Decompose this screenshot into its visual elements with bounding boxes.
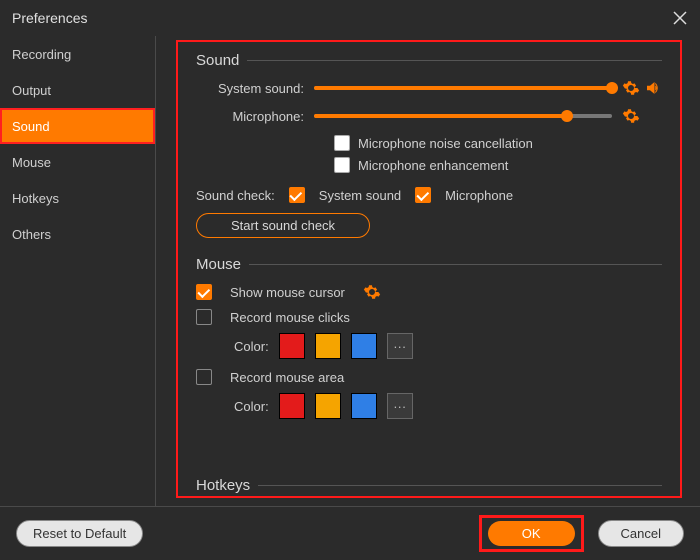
ok-button[interactable]: OK <box>488 521 575 546</box>
gear-icon[interactable] <box>363 283 381 301</box>
soundcheck-mic-label: Microphone <box>445 188 513 203</box>
divider <box>247 60 662 61</box>
gear-icon[interactable] <box>622 107 640 125</box>
section-title-hotkeys-peek: Hotkeys <box>196 477 662 494</box>
noise-cancellation-label: Microphone noise cancellation <box>358 136 533 151</box>
hotkeys-peek-label: Hotkeys <box>196 477 250 494</box>
sidebar: Recording Output Sound Mouse Hotkeys Oth… <box>0 36 156 506</box>
microphone-row: Microphone: <box>196 107 662 125</box>
mic-enhancement-checkbox[interactable] <box>334 157 350 173</box>
record-clicks-row: Record mouse clicks <box>196 309 662 325</box>
gear-icon[interactable] <box>622 79 640 97</box>
soundcheck-mic-checkbox[interactable] <box>415 187 431 203</box>
sidebar-item-others[interactable]: Others <box>0 216 155 252</box>
show-cursor-checkbox[interactable] <box>196 284 212 300</box>
divider <box>249 264 662 265</box>
sidebar-item-label: Recording <box>12 47 71 62</box>
record-area-label: Record mouse area <box>230 370 344 385</box>
start-sound-check-button[interactable]: Start sound check <box>196 213 370 238</box>
record-area-row: Record mouse area <box>196 369 662 385</box>
color-swatch-more[interactable]: ··· <box>387 393 413 419</box>
record-clicks-checkbox[interactable] <box>196 309 212 325</box>
ok-button-highlight: OK <box>479 515 584 552</box>
area-color-row: Color: ··· <box>234 393 662 419</box>
system-sound-label: System sound: <box>196 81 314 96</box>
sound-check-label: Sound check: <box>196 188 275 203</box>
record-clicks-label: Record mouse clicks <box>230 310 350 325</box>
close-icon[interactable] <box>672 10 688 26</box>
section-title-mouse: Mouse <box>196 256 662 273</box>
noise-cancellation-checkbox[interactable] <box>334 135 350 151</box>
clicks-color-row: Color: ··· <box>234 333 662 359</box>
main-panel: Sound System sound: Microphone: <box>156 36 700 506</box>
color-swatch-orange[interactable] <box>315 333 341 359</box>
reset-to-default-button[interactable]: Reset to Default <box>16 520 143 547</box>
sidebar-item-label: Output <box>12 83 51 98</box>
window-title: Preferences <box>12 10 87 26</box>
section-title-sound: Sound <box>196 52 662 69</box>
sidebar-item-mouse[interactable]: Mouse <box>0 144 155 180</box>
soundcheck-system-checkbox[interactable] <box>289 187 305 203</box>
noise-cancellation-row: Microphone noise cancellation <box>334 135 662 151</box>
color-swatch-blue[interactable] <box>351 393 377 419</box>
color-label: Color: <box>234 339 269 354</box>
titlebar: Preferences <box>0 0 700 36</box>
sidebar-item-hotkeys[interactable]: Hotkeys <box>0 180 155 216</box>
cancel-button[interactable]: Cancel <box>598 520 684 547</box>
color-swatch-red[interactable] <box>279 393 305 419</box>
sidebar-item-output[interactable]: Output <box>0 72 155 108</box>
color-swatch-red[interactable] <box>279 333 305 359</box>
show-cursor-label: Show mouse cursor <box>230 285 345 300</box>
sidebar-item-label: Hotkeys <box>12 191 59 206</box>
sidebar-item-recording[interactable]: Recording <box>0 36 155 72</box>
mic-enhancement-row: Microphone enhancement <box>334 157 662 173</box>
microphone-slider[interactable] <box>314 114 612 118</box>
sidebar-item-label: Sound <box>12 119 50 134</box>
speaker-icon[interactable] <box>644 79 662 97</box>
microphone-label: Microphone: <box>196 109 314 124</box>
show-cursor-row: Show mouse cursor <box>196 283 662 301</box>
system-sound-slider[interactable] <box>314 86 612 90</box>
section-title-label: Sound <box>196 52 239 69</box>
sidebar-item-label: Mouse <box>12 155 51 170</box>
system-sound-row: System sound: <box>196 79 662 97</box>
record-area-checkbox[interactable] <box>196 369 212 385</box>
color-swatch-orange[interactable] <box>315 393 341 419</box>
body: Recording Output Sound Mouse Hotkeys Oth… <box>0 36 700 506</box>
divider <box>258 485 662 486</box>
footer: Reset to Default OK Cancel <box>0 506 700 560</box>
section-title-label: Mouse <box>196 256 241 273</box>
color-swatch-blue[interactable] <box>351 333 377 359</box>
mic-enhancement-label: Microphone enhancement <box>358 158 508 173</box>
sidebar-item-label: Others <box>12 227 51 242</box>
main-highlight-region: Sound System sound: Microphone: <box>176 40 682 498</box>
color-label: Color: <box>234 399 269 414</box>
color-swatch-more[interactable]: ··· <box>387 333 413 359</box>
sidebar-item-sound[interactable]: Sound <box>0 108 155 144</box>
sound-check-row: Sound check: System sound Microphone <box>196 187 662 203</box>
soundcheck-system-label: System sound <box>319 188 401 203</box>
